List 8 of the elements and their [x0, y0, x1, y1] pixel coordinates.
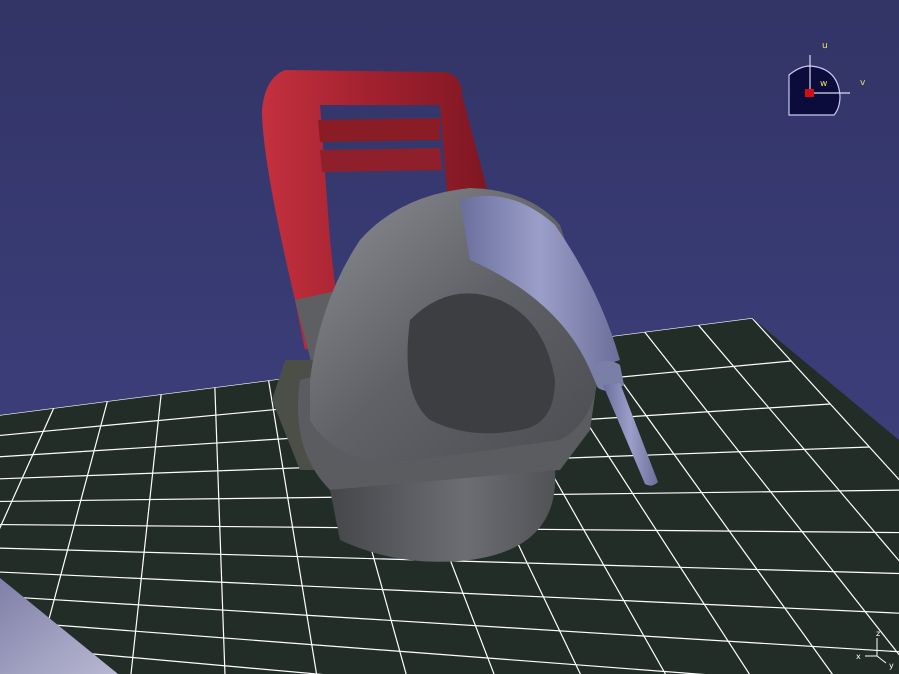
compass-icon[interactable]	[788, 55, 850, 116]
compass-axis-label: u	[822, 41, 828, 51]
axis-triad-icon	[864, 638, 886, 664]
compass-axis-label: v	[860, 78, 866, 88]
axis-triad-label: x	[856, 652, 861, 661]
axis-triad-label: z	[876, 629, 880, 638]
axis-triad-label: y	[889, 661, 894, 670]
compass-axis-label: w	[820, 79, 828, 89]
